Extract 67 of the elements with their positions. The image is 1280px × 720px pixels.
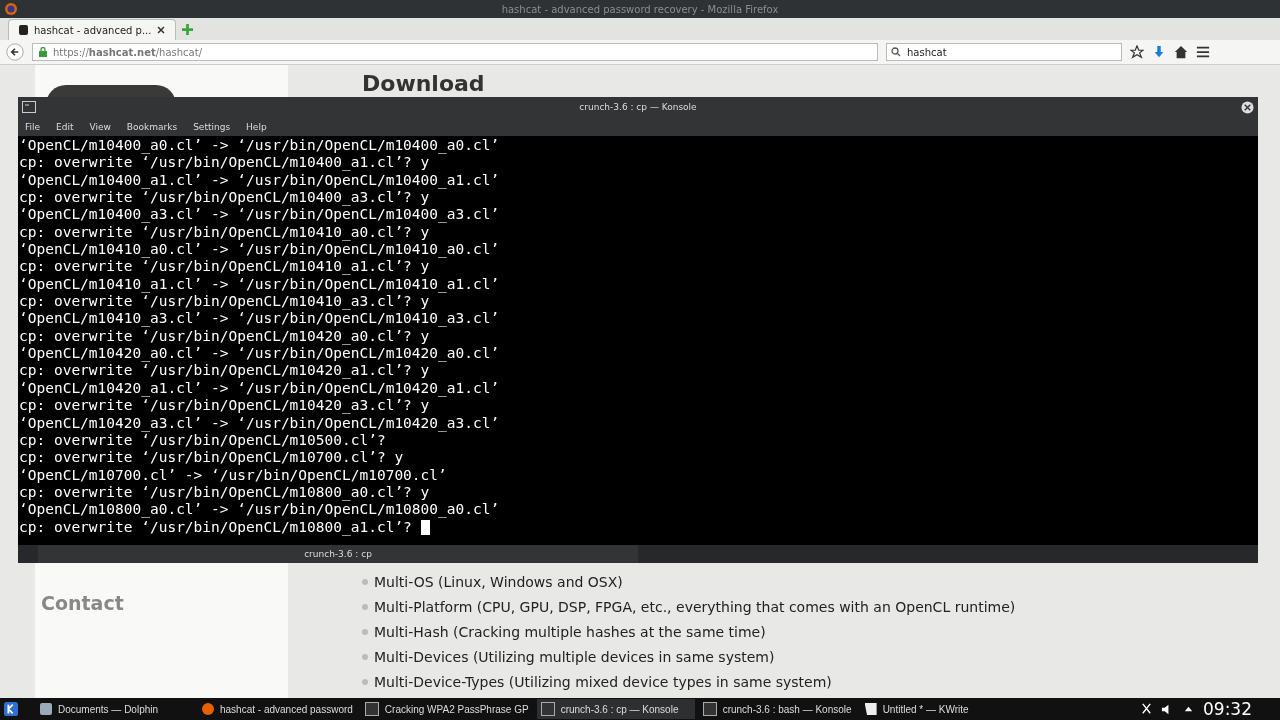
terminal-line: ‘OpenCL/m10800_a0.cl’ -> ‘/usr/bin/OpenCL/m10800_a0.cl’ [19,501,500,519]
terminal-line: ‘OpenCL/m10410_a0.cl’ -> ‘/usr/bin/OpenCL/m10410_a0.cl’ [19,241,500,259]
home-icon[interactable] [1174,45,1188,59]
terminal-line: ‘OpenCL/m10410_a1.cl’ -> ‘/usr/bin/OpenCL/m10410_a1.cl’ [19,275,500,294]
terminal-line: ‘OpenCL/m10400_a0.cl’ -> ‘/usr/bin/OpenCL/m10400_a0.cl’ [19,137,500,155]
search-icon [891,47,901,57]
bullet-icon [362,678,368,685]
terminal-line: ‘OpenCL/m10400_a3.cl’ -> ‘/usr/bin/OpenCL/m10400_a3.cl’ [19,206,500,224]
terminal-line: cp: overwrite ‘/usr/bin/OpenCL/m10400_a3.cl’? y [19,189,430,207]
feature-item: Multi-Devices (Utilizing multiple devices in same system) [374,648,775,665]
bullet-icon [362,603,368,610]
terminal-line: cp: overwrite ‘/usr/bin/OpenCL/m10410_a3.cl’? y [19,293,430,311]
bullet-icon [362,628,368,635]
menu-item[interactable]: Edit [56,121,74,132]
terminal-line: cp: overwrite ‘/usr/bin/OpenCL/m10800_a0.cl’? y [19,483,430,502]
terminal-line: cp: overwrite ‘/usr/bin/OpenCL/m10400_a1.cl’? y [19,154,430,172]
menu-item[interactable]: Settings [193,121,231,132]
terminal-line: ‘OpenCL/m10410_a3.cl’ -> ‘/usr/bin/OpenCL/m10410_a3.cl’ [19,310,500,328]
taskbar-item[interactable]: Documents — Dolphin [36,699,194,719]
cursor-icon [420,519,430,535]
taskbar-item[interactable]: Untitled * — KWrite [860,699,1019,719]
taskbar-item[interactable]: hashcat - advanced password [198,699,357,719]
star-icon[interactable] [1130,45,1144,59]
terminal-line: cp: overwrite ‘/usr/bin/OpenCL/m10420_a1.cl’? y [19,362,430,380]
terminal-line: ‘OpenCL/m10420_a0.cl’ -> ‘/usr/bin/OpenCL/m10420_a0.cl’ [19,345,500,363]
terminal-line: cp: overwrite ‘/usr/bin/OpenCL/m10800_a1.cl’? [19,518,412,536]
clock: 09:32 [1203,699,1252,719]
terminal-line: ‘OpenCL/m10400_a1.cl’ -> ‘/usr/bin/OpenCL/m10400_a1.cl’ [19,171,500,190]
close-icon[interactable] [157,26,166,34]
terminal-line: ‘OpenCL/m10420_a1.cl’ -> ‘/usr/bin/OpenCL/m10420_a1.cl’ [19,379,500,398]
taskbar-item[interactable]: crunch-3.6 : bash — Konsole [698,699,857,719]
taskbar-item[interactable]: crunch-3.6 : cp — Konsole [536,699,695,719]
feature-item: Multi-OS (Linux, Windows and OSX) [374,573,623,590]
terminal-tab[interactable]: crunch-3.6 : cp [38,545,638,563]
terminal-line: cp: overwrite ‘/usr/bin/OpenCL/m10500.cl’? [19,431,386,450]
bullet-icon [362,653,368,660]
terminal-line: ‘OpenCL/m10420_a3.cl’ -> ‘/usr/bin/OpenCL/m10420_a3.cl’ [19,414,500,432]
terminal-icon [22,101,36,113]
terminal-line: cp: overwrite ‘/usr/bin/OpenCL/m10410_a0.cl’? y [19,223,430,242]
lock-icon [39,47,47,57]
browser-tab[interactable]: hashcat - advanced p... [8,19,177,40]
feature-item: Multi-Device-Types (Utilizing mixed device types in same system) [374,673,832,690]
terminal-line: cp: overwrite ‘/usr/bin/OpenCL/m10700.cl’? y [19,449,404,467]
menu-item[interactable]: Bookmarks [126,121,178,132]
menu-item[interactable]: View [89,121,111,132]
menu-icon[interactable] [1196,45,1210,59]
browser-logo-icon [4,2,18,16]
window-title: hashcat - advanced password recovery - Mozilla Firefox [501,3,779,15]
feature-item: Multi-Hash (Cracking multiple hashes at the same time) [374,623,766,640]
menu-item[interactable]: File [25,121,41,132]
url-field[interactable]: https://hashcat.net/hashcat/ [32,43,878,61]
terminal-line: cp: overwrite ‘/usr/bin/OpenCL/m10420_a0.cl’? y [19,327,430,346]
terminal-line: cp: overwrite ‘/usr/bin/OpenCL/m10420_a3.cl’? y [19,397,430,415]
bullet-icon [362,578,368,585]
start-menu-icon[interactable] [4,702,18,716]
download-icon[interactable] [1152,45,1166,59]
taskbar-item[interactable]: Cracking WPA2 PassPhrase GP [360,699,533,719]
close-icon[interactable] [1241,100,1254,114]
search-field[interactable]: hashcat [886,43,1122,61]
terminal-line: ‘OpenCL/m10700.cl’ -> ‘/usr/bin/OpenCL/m10700.cl’ [19,466,447,484]
terminal-line: cp: overwrite ‘/usr/bin/OpenCL/m10410_a1.cl’? y [19,258,430,276]
menu-item[interactable]: Help [246,121,267,132]
section-heading: Download [362,71,485,96]
window-title: crunch-3.6 : cp — Konsole [579,102,697,112]
scissors-icon[interactable] [1140,702,1153,716]
back-icon[interactable] [6,43,24,61]
feature-item: Multi-Platform (CPU, GPU, DSP, FPGA, etc., everything that comes with an OpenCL runtime) [374,598,1016,615]
